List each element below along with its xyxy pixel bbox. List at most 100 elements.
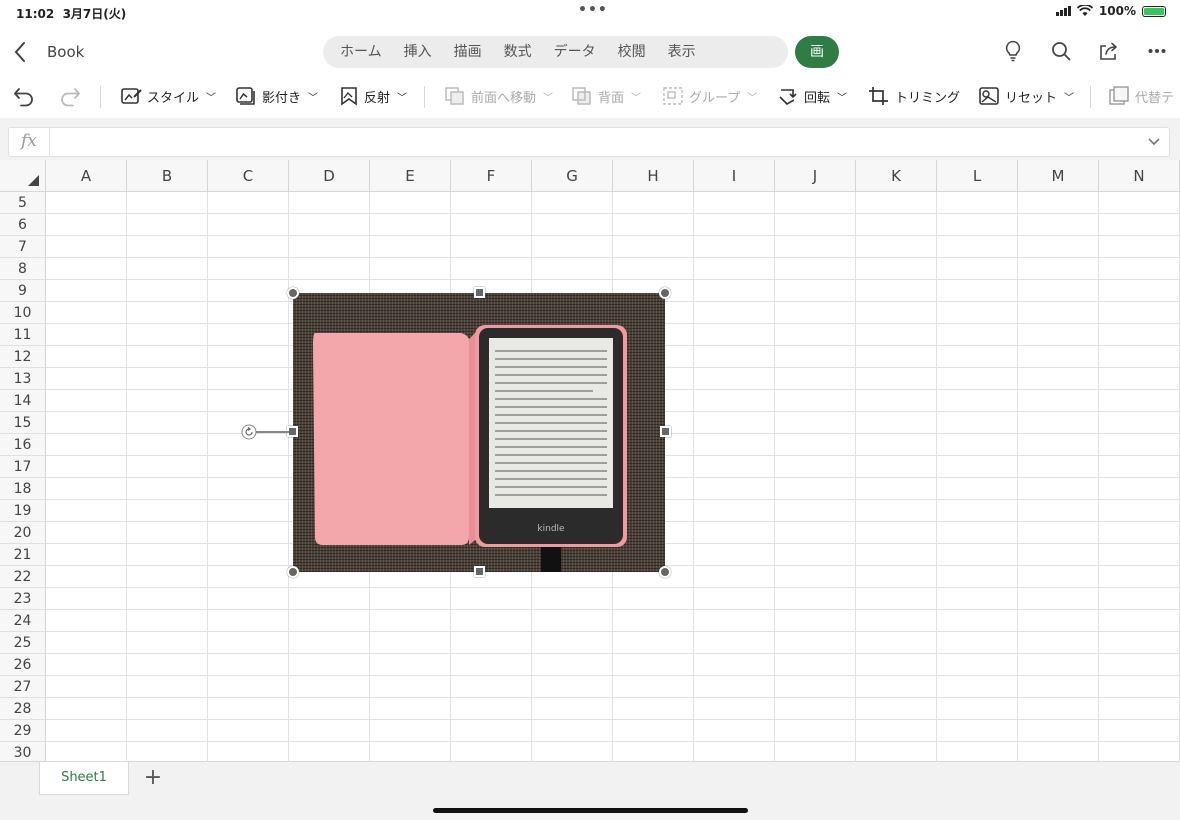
row-gridline [46, 741, 1180, 742]
row-header-5[interactable]: 5 [0, 192, 46, 214]
status-bar: 11:02 3月7日(火) ••• 100% [0, 0, 1180, 24]
resize-handle-bottom-right[interactable] [659, 566, 671, 578]
column-header-n[interactable]: N [1099, 160, 1180, 192]
chevron-down-icon[interactable] [1147, 133, 1161, 151]
multitasking-dots-icon[interactable]: ••• [578, 2, 608, 18]
column-header-h[interactable]: H [613, 160, 694, 192]
home-indicator[interactable] [433, 808, 748, 813]
cellular-signal-icon [1055, 6, 1071, 16]
search-icon[interactable] [1050, 40, 1072, 62]
row-header-6[interactable]: 6 [0, 214, 46, 236]
row-header-7[interactable]: 7 [0, 236, 46, 258]
row-header-22[interactable]: 22 [0, 566, 46, 588]
row-header-20[interactable]: 20 [0, 522, 46, 544]
column-gridline [936, 192, 937, 761]
reflection-button[interactable]: 反射 ﹀ [339, 80, 407, 112]
row-header-28[interactable]: 28 [0, 698, 46, 720]
sheet-tab-sheet1[interactable]: Sheet1 [39, 762, 129, 795]
row-header-24[interactable]: 24 [0, 610, 46, 632]
inserted-picture[interactable]: kindle [293, 293, 665, 572]
share-icon[interactable] [1098, 40, 1120, 62]
tab-formulas[interactable]: 数式 [493, 36, 543, 68]
reset-picture-button[interactable]: リセット ﹀ [978, 80, 1074, 112]
row-header-23[interactable]: 23 [0, 588, 46, 610]
worksheet-grid[interactable]: ABCDEFGHIJKLMN 5 6 7 8 9 10 11 12 13 14 15 16 17 18 19… [0, 160, 1180, 761]
resize-handle-bottom[interactable] [474, 566, 485, 577]
select-all-corner[interactable] [0, 160, 46, 192]
battery-percent: 100% [1098, 4, 1136, 18]
chevron-down-icon: ﹀ [543, 92, 554, 104]
row-header-8[interactable]: 8 [0, 258, 46, 280]
row-header-26[interactable]: 26 [0, 654, 46, 676]
undo-icon[interactable] [12, 80, 36, 112]
row-header-13[interactable]: 13 [0, 368, 46, 390]
column-header-f[interactable]: F [451, 160, 532, 192]
alt-text-button[interactable]: 代替テ [1108, 80, 1174, 112]
column-header-e[interactable]: E [370, 160, 451, 192]
column-header-l[interactable]: L [937, 160, 1018, 192]
column-header-k[interactable]: K [856, 160, 937, 192]
row-header-16[interactable]: 16 [0, 434, 46, 456]
row-header-30[interactable]: 30 [0, 742, 46, 761]
column-header-d[interactable]: D [289, 160, 370, 192]
tab-view[interactable]: 表示 [657, 36, 707, 68]
row-header-25[interactable]: 25 [0, 632, 46, 654]
send-backward-icon [572, 87, 591, 105]
row-header-14[interactable]: 14 [0, 390, 46, 412]
document-title[interactable]: Book [47, 43, 84, 61]
column-header-m[interactable]: M [1018, 160, 1099, 192]
row-header-11[interactable]: 11 [0, 324, 46, 346]
formula-bar[interactable]: fx [8, 127, 1170, 157]
row-header-15[interactable]: 15 [0, 412, 46, 434]
crop-button[interactable]: トリミング [868, 80, 960, 112]
more-options-icon[interactable] [1146, 40, 1168, 62]
shadow-button[interactable]: 影付き ﹀ [235, 80, 318, 112]
row-header-9[interactable]: 9 [0, 280, 46, 302]
tab-review[interactable]: 校閲 [607, 36, 657, 68]
row-header-17[interactable]: 17 [0, 456, 46, 478]
row-gridline [46, 257, 1180, 258]
back-chevron-icon[interactable] [12, 40, 28, 64]
row-header-12[interactable]: 12 [0, 346, 46, 368]
resize-handle-bottom-left[interactable] [287, 566, 299, 578]
ribbon-tabs: ホーム 挿入 描画 数式 データ 校閲 表示 画像 [323, 36, 839, 92]
crop-icon [869, 87, 888, 105]
row-header-21[interactable]: 21 [0, 544, 46, 566]
add-sheet-button[interactable]: + [136, 764, 170, 792]
column-gridline [855, 192, 856, 761]
reflection-icon [341, 87, 357, 106]
column-header-j[interactable]: J [775, 160, 856, 192]
resize-handle-top-left[interactable] [287, 287, 299, 299]
picture-style-button[interactable]: スタイル ﹀ [120, 80, 216, 112]
row-header-29[interactable]: 29 [0, 720, 46, 742]
battery-icon [1142, 5, 1166, 17]
lightbulb-icon[interactable] [1002, 40, 1024, 62]
tab-home[interactable]: ホーム [329, 36, 393, 68]
column-header-g[interactable]: G [532, 160, 613, 192]
row-gridline [46, 213, 1180, 214]
rotate-handle-icon[interactable] [241, 424, 257, 440]
column-header-c[interactable]: C [208, 160, 289, 192]
row-header-19[interactable]: 19 [0, 500, 46, 522]
alt-text-icon [1109, 86, 1129, 105]
rotate-button[interactable]: 回転 ﹀ [777, 80, 847, 112]
row-header-10[interactable]: 10 [0, 302, 46, 324]
column-header-a[interactable]: A [46, 160, 127, 192]
cable [541, 547, 561, 572]
resize-handle-top[interactable] [474, 287, 485, 298]
resize-handle-top-right[interactable] [659, 287, 671, 299]
row-gridline [46, 719, 1180, 720]
row-gridline [46, 587, 1180, 588]
tab-picture[interactable]: 画像 [795, 36, 839, 92]
tab-insert[interactable]: 挿入 [393, 36, 443, 68]
tab-draw[interactable]: 描画 [443, 36, 493, 68]
resize-handle-right[interactable] [660, 426, 671, 437]
column-header-b[interactable]: B [127, 160, 208, 192]
chevron-down-icon: ﹀ [206, 92, 217, 104]
row-header-27[interactable]: 27 [0, 676, 46, 698]
row-gridline [46, 609, 1180, 610]
column-header-i[interactable]: I [694, 160, 775, 192]
row-header-18[interactable]: 18 [0, 478, 46, 500]
tab-data[interactable]: データ [543, 36, 607, 68]
row-gridline [46, 697, 1180, 698]
